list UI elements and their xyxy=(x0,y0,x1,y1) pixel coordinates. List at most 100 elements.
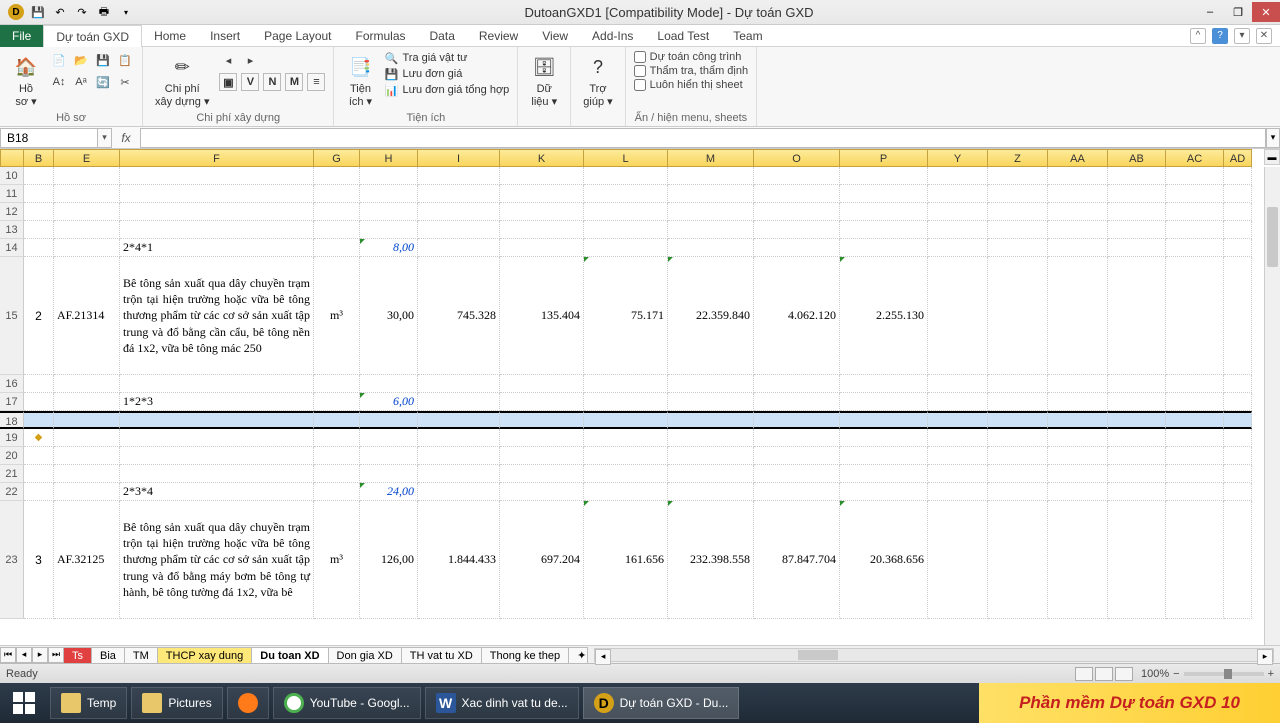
cell-L17[interactable] xyxy=(584,393,668,411)
cell-H11[interactable] xyxy=(360,185,418,203)
tab-load-test[interactable]: Load Test xyxy=(645,25,721,47)
maximize-button[interactable]: ❐ xyxy=(1224,2,1252,22)
arrow-1[interactable]: ▸ xyxy=(241,51,259,69)
cell-G16[interactable] xyxy=(314,375,360,393)
cell-H17[interactable]: 6,00 xyxy=(360,393,418,411)
cell-B21[interactable] xyxy=(24,465,54,483)
cell-O12[interactable] xyxy=(754,203,840,221)
sheet-tab-thong-ke-thep[interactable]: Thong ke thep xyxy=(481,647,569,663)
start-button[interactable] xyxy=(0,683,48,723)
cell-Y20[interactable] xyxy=(928,447,988,465)
cell-B17[interactable] xyxy=(24,393,54,411)
cell-H20[interactable] xyxy=(360,447,418,465)
cell-I13[interactable] xyxy=(418,221,500,239)
cell-Z22[interactable] xyxy=(988,483,1048,501)
new-sheet-button[interactable]: ✦ xyxy=(568,647,588,663)
formula-expand[interactable]: ▾ xyxy=(1266,128,1280,148)
row-header-13[interactable]: 13 xyxy=(0,221,24,239)
tab-view[interactable]: View xyxy=(530,25,580,47)
cell-P15[interactable]: 2.255.130 xyxy=(840,257,928,375)
cell-AA23[interactable] xyxy=(1048,501,1108,619)
cell-AD15[interactable] xyxy=(1224,257,1252,375)
taskbar-item-5[interactable]: DDự toán GXD - Du... xyxy=(583,687,740,719)
cell-AA19[interactable] xyxy=(1048,429,1108,447)
col-header-G[interactable]: G xyxy=(314,149,360,167)
cell-AA18[interactable] xyxy=(1048,411,1108,429)
cell-P20[interactable] xyxy=(840,447,928,465)
cell-H12[interactable] xyxy=(360,203,418,221)
cell-B14[interactable] xyxy=(24,239,54,257)
horizontal-scroll-thumb[interactable] xyxy=(798,650,838,660)
vertical-scrollbar[interactable] xyxy=(1264,167,1280,645)
cell-Y11[interactable] xyxy=(928,185,988,203)
cell-AD23[interactable] xyxy=(1224,501,1252,619)
cell-F13[interactable] xyxy=(120,221,314,239)
cell-AD22[interactable] xyxy=(1224,483,1252,501)
cell-AC10[interactable] xyxy=(1166,167,1224,185)
cell-Y14[interactable] xyxy=(928,239,988,257)
row-header-21[interactable]: 21 xyxy=(0,465,24,483)
cell-F22[interactable]: 2*3*4 xyxy=(120,483,314,501)
cell-I18[interactable] xyxy=(418,411,500,429)
cell-G21[interactable] xyxy=(314,465,360,483)
col-header-P[interactable]: P xyxy=(840,149,928,167)
checkbox-2[interactable] xyxy=(634,79,646,91)
cell-P12[interactable] xyxy=(840,203,928,221)
help-icon[interactable]: ? xyxy=(1212,28,1228,44)
cell-Z12[interactable] xyxy=(988,203,1048,221)
cell-H10[interactable] xyxy=(360,167,418,185)
cell-H18[interactable] xyxy=(360,411,418,429)
cell-E18[interactable] xyxy=(54,411,120,429)
cell-AA21[interactable] xyxy=(1048,465,1108,483)
sheet-tab-don-gia-xd[interactable]: Don gia XD xyxy=(328,647,402,663)
small-btn-0-0[interactable]: 📄 xyxy=(50,51,68,69)
cell-O13[interactable] xyxy=(754,221,840,239)
save-icon[interactable]: 💾 xyxy=(30,4,46,20)
sheet-tab-th-vat-tu-xd[interactable]: TH vat tu XD xyxy=(401,647,482,663)
cell-AD19[interactable] xyxy=(1224,429,1252,447)
taskbar-item-0[interactable]: Temp xyxy=(50,687,127,719)
cell-I12[interactable] xyxy=(418,203,500,221)
cell-G15[interactable]: m³ xyxy=(314,257,360,375)
cell-AA10[interactable] xyxy=(1048,167,1108,185)
cell-AA20[interactable] xyxy=(1048,447,1108,465)
cell-AB15[interactable] xyxy=(1108,257,1166,375)
cell-E10[interactable] xyxy=(54,167,120,185)
cell-O17[interactable] xyxy=(754,393,840,411)
cell-AC17[interactable] xyxy=(1166,393,1224,411)
col-header-AD[interactable]: AD xyxy=(1224,149,1252,167)
tab-home[interactable]: Home xyxy=(142,25,198,47)
cell-O21[interactable] xyxy=(754,465,840,483)
ribbon-expand-icon[interactable]: ^ xyxy=(1190,28,1206,44)
cell-Z11[interactable] xyxy=(988,185,1048,203)
cell-F15[interactable]: Bê tông sản xuất qua dây chuyền trạm trộ… xyxy=(120,257,314,375)
formula-input[interactable] xyxy=(140,128,1266,148)
col-header-AA[interactable]: AA xyxy=(1048,149,1108,167)
fmt-btn-0[interactable]: ▣ xyxy=(219,73,237,91)
qat-dropdown-icon[interactable]: ▾ xyxy=(118,4,134,20)
cell-I15[interactable]: 745.328 xyxy=(418,257,500,375)
cell-G17[interactable] xyxy=(314,393,360,411)
small-btn-0-7[interactable]: ✂ xyxy=(116,73,134,91)
cell-B18[interactable] xyxy=(24,411,54,429)
small-btn-0-3[interactable]: 📋 xyxy=(116,51,134,69)
col-header-Y[interactable]: Y xyxy=(928,149,988,167)
cell-E13[interactable] xyxy=(54,221,120,239)
link-2[interactable]: 📊Lưu đơn giá tổng hợp xyxy=(384,83,509,97)
name-box[interactable]: B18 xyxy=(0,128,98,148)
cell-P16[interactable] xyxy=(840,375,928,393)
cell-H15[interactable]: 30,00 xyxy=(360,257,418,375)
cell-G20[interactable] xyxy=(314,447,360,465)
cell-AC15[interactable] xyxy=(1166,257,1224,375)
cell-AD10[interactable] xyxy=(1224,167,1252,185)
cell-P18[interactable] xyxy=(840,411,928,429)
row-header-22[interactable]: 22 xyxy=(0,483,24,501)
ribbon-big-1[interactable]: ✏Chi phí xây dựng ▾ xyxy=(151,51,213,110)
cell-E15[interactable]: AF.21314 xyxy=(54,257,120,375)
cell-AC14[interactable] xyxy=(1166,239,1224,257)
cell-K20[interactable] xyxy=(500,447,584,465)
cell-L23[interactable]: 161.656 xyxy=(584,501,668,619)
cell-L14[interactable] xyxy=(584,239,668,257)
zoom-in-button[interactable]: + xyxy=(1268,668,1274,680)
cell-AB18[interactable] xyxy=(1108,411,1166,429)
